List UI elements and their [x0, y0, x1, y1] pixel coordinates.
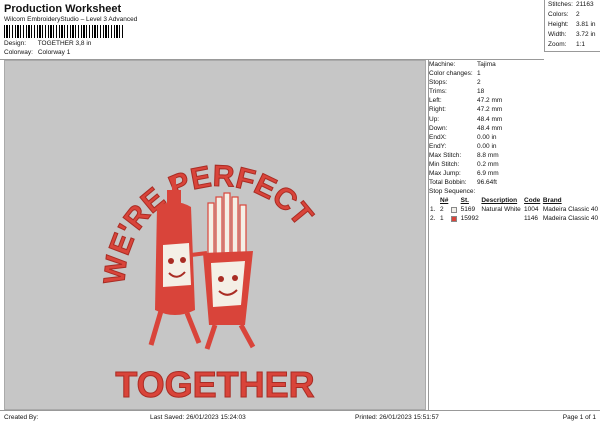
colorway-row: Colorway: Colorway 1 — [4, 49, 70, 56]
info-row: Trims: 18 — [429, 88, 485, 96]
worksheet-footer: Created By: Last Saved: 26/01/2023 15:24… — [0, 410, 600, 424]
stop-sequence-title: Stop Sequence: — [429, 188, 476, 196]
design-bottom-text: TOGETHER — [115, 364, 314, 405]
software-subtitle: Wilcom EmbroideryStudio – Level 3 Advanc… — [4, 16, 138, 23]
machine-info-panel: Machine: Tajima Color changes: 1 Stops: 2 Trim… — [428, 60, 600, 410]
info-row: EndX: 0.00 in — [429, 133, 497, 141]
table-header-row: N# St. Description Code Brand — [429, 196, 600, 205]
colorway-label: Colorway: — [4, 49, 33, 56]
table-row: 1. 2 5169 Natural White 1004 Madeira Classic … — [429, 205, 600, 214]
table-row: 2. 1 15992 1146 Madeira Classic 40 — [429, 214, 600, 223]
row-code: 1004 — [524, 206, 539, 214]
printed-date: Printed: 26/01/2023 15:51:57 — [355, 414, 439, 421]
colorway-value: Colorway 1 — [37, 49, 71, 56]
row-n: 1 — [440, 215, 444, 223]
barcode — [4, 25, 124, 38]
row-n: 2 — [440, 206, 444, 214]
row-description: Natural White — [481, 206, 521, 214]
header-st: St. — [460, 197, 469, 205]
page-title: Production Worksheet — [4, 3, 122, 15]
row-swatch — [450, 205, 460, 214]
info-row: Min Stitch: 0.2 mm — [429, 161, 499, 169]
header-n: N# — [440, 197, 449, 205]
row-stitches: 15992 — [460, 215, 479, 223]
worksheet-header: Production Worksheet Wilcom EmbroiderySt… — [0, 0, 544, 60]
header-code: Code — [524, 197, 541, 205]
stat-colors: Colors: 2 — [548, 11, 580, 18]
info-row: Left: 47.2 mm — [429, 97, 503, 105]
info-row: Down: 48.4 mm — [429, 124, 503, 132]
row-code: 1146 — [524, 215, 539, 223]
color-swatch-icon — [450, 215, 457, 222]
info-row: Max Jump: 6.9 mm — [429, 170, 499, 178]
embroidery-design: WE'RE PERFECT TOGETHER — [98, 159, 320, 405]
stop-sequence-table: N# St. Description Code Brand 1. 2 5169 Nat… — [429, 196, 600, 223]
info-row: Right: 47.2 mm — [429, 106, 503, 114]
created-by: Created By: — [4, 414, 39, 421]
row-stitches: 5169 — [460, 206, 476, 214]
info-row: EndY: 0.00 in — [429, 142, 497, 150]
stat-width: Width: 3.72 in — [548, 31, 596, 38]
info-row: Color changes: 1 — [429, 70, 481, 78]
info-row: Up: 48.4 mm — [429, 115, 503, 123]
info-row: Machine: Tajima — [429, 61, 496, 68]
info-row: Max Stitch: 8.8 mm — [429, 151, 499, 159]
stat-height: Height: 3.81 in — [548, 21, 596, 28]
header-description: Description — [481, 197, 518, 205]
color-swatch-icon — [450, 206, 457, 213]
design-value: TOGETHER 3,8 in — [37, 40, 92, 47]
stat-stitches: Stitches: 21163 — [548, 1, 594, 8]
fries-icon — [190, 192, 256, 350]
design-preview: WE'RE PERFECT TOGETHER — [4, 60, 426, 410]
info-row: Total Bobbin: 96.64ft — [429, 179, 497, 187]
design-row: Design: TOGETHER 3,8 in — [4, 40, 91, 47]
design-label: Design: — [4, 40, 27, 47]
row-description — [480, 214, 523, 223]
stat-zoom: Zoom: 1:1 — [548, 41, 586, 48]
row-index: 1. — [430, 206, 436, 214]
row-swatch — [450, 214, 460, 223]
header-brand: Brand — [542, 197, 562, 205]
row-brand: Madeira Classic 40 — [542, 215, 599, 223]
stats-panel: Stitches: 21163 Colors: 2 Height: 3.81 in W… — [544, 0, 600, 52]
info-row: Stops: 2 — [429, 79, 481, 87]
row-index: 2. — [430, 215, 436, 223]
row-brand: Madeira Classic 40 — [542, 206, 599, 214]
last-saved: Last Saved: 26/01/2023 15:24:03 — [150, 414, 246, 421]
page-number: Page 1 of 1 — [562, 414, 596, 421]
